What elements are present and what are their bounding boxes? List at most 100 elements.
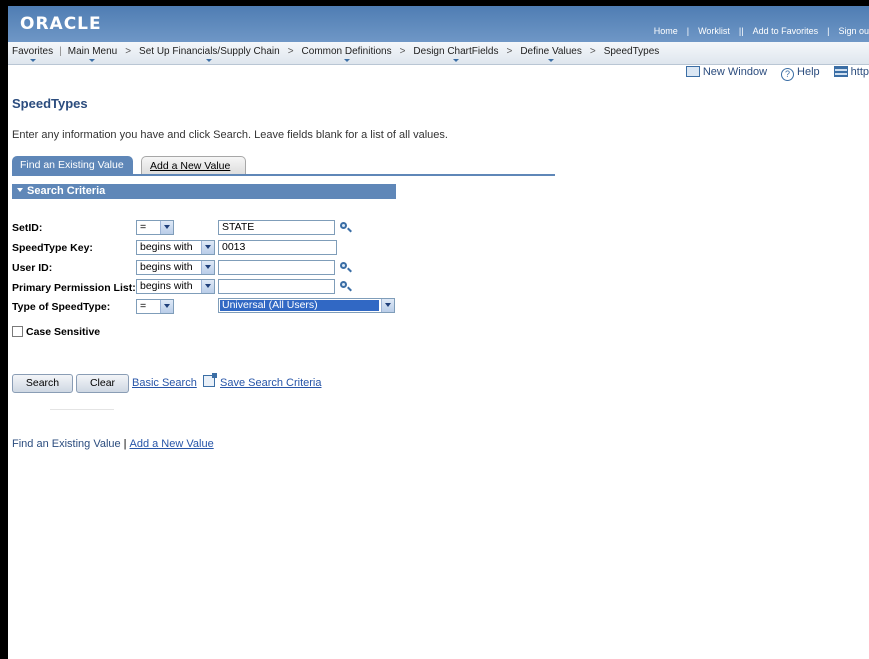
- http-label: http: [850, 66, 869, 78]
- search-button[interactable]: Search: [12, 374, 73, 393]
- bottom-links: Find an Existing Value | Add a New Value: [12, 438, 214, 450]
- operator-value: begins with: [140, 280, 193, 292]
- selected-value: Universal (All Users): [220, 300, 379, 311]
- basic-search-link[interactable]: Basic Search: [132, 377, 197, 389]
- crumb-divider: |: [59, 46, 62, 57]
- section-title: Search Criteria: [27, 185, 106, 197]
- chevron-down-icon: [160, 300, 173, 313]
- chevron-right-icon: >: [506, 46, 513, 57]
- crumb-common-definitions[interactable]: Common Definitions: [301, 46, 392, 62]
- setid-operator-select[interactable]: =: [136, 220, 174, 235]
- oracle-logo: ORACLE: [20, 14, 102, 34]
- crumb-label: Main Menu: [67, 46, 118, 57]
- new-window-link[interactable]: New Window: [685, 66, 768, 78]
- chevron-down-icon: [381, 299, 394, 312]
- user-id-input[interactable]: [218, 260, 335, 275]
- tab-add-new[interactable]: Add a New Value: [141, 156, 246, 175]
- chevron-right-icon: >: [125, 46, 132, 57]
- dropdown-icon: [548, 59, 555, 62]
- setid-input[interactable]: STATE: [218, 220, 335, 235]
- crumb-label: SpeedTypes: [603, 46, 660, 57]
- handle-shape: [347, 267, 352, 273]
- dropdown-button: [380, 299, 394, 312]
- crumb-label: Common Definitions: [301, 46, 392, 57]
- crumb-speedtypes[interactable]: SpeedTypes: [604, 46, 660, 57]
- crumb-design-chartfields[interactable]: Design ChartFields: [413, 46, 499, 62]
- home-link[interactable]: Home: [654, 26, 678, 36]
- sign-out-link[interactable]: Sign ou: [838, 26, 869, 36]
- instructions-text: Enter any information you have and click…: [12, 129, 448, 141]
- setid-label: SetID:: [12, 222, 43, 234]
- peoplesoft-app: ORACLE Home | Worklist | | Add to Favorites | S…: [8, 6, 869, 659]
- link-separator: |: [123, 438, 127, 450]
- favorites-menu[interactable]: Favorites: [12, 46, 54, 62]
- search-icon[interactable]: [339, 261, 352, 274]
- case-sensitive-checkbox[interactable]: [12, 326, 23, 337]
- chevron-down-icon: [201, 280, 214, 293]
- chevron-right-icon: >: [287, 46, 294, 57]
- help-label: Help: [797, 66, 820, 78]
- handle-shape: [347, 286, 352, 292]
- search-icon[interactable]: [339, 221, 352, 234]
- operator-value: =: [140, 221, 147, 233]
- top-links: Home | Worklist || Add to Favorites | Sign ou: [654, 26, 869, 36]
- clear-button[interactable]: Clear: [76, 374, 129, 393]
- new-window-label: New Window: [702, 66, 768, 78]
- help-link[interactable]: ? Help: [781, 66, 820, 81]
- speedtype-key-label: SpeedType Key:: [12, 242, 93, 254]
- save-search-icon: [203, 373, 217, 387]
- http-link[interactable]: http: [833, 66, 869, 78]
- dropdown-icon: [452, 59, 459, 62]
- tab-underline: [12, 174, 555, 176]
- permission-list-operator-select[interactable]: begins with: [136, 279, 215, 294]
- lens-shape: [340, 281, 347, 288]
- link-separator: |: [686, 26, 690, 36]
- operator-value: begins with: [140, 241, 193, 253]
- link-separator: |: [827, 26, 830, 36]
- chevron-down-icon: [160, 221, 173, 234]
- user-id-label: User ID:: [12, 262, 53, 274]
- crumb-define-values[interactable]: Define Values: [520, 46, 582, 62]
- permission-list-input[interactable]: [218, 279, 335, 294]
- worklist-link[interactable]: Worklist: [698, 26, 730, 36]
- window-frame-left: [0, 0, 8, 659]
- permission-list-label: Primary Permission List:: [12, 282, 136, 294]
- handle-shape: [347, 227, 352, 233]
- dropdown-icon: [89, 59, 96, 62]
- chevron-right-icon: >: [589, 46, 596, 57]
- speedtype-key-input[interactable]: 0013: [218, 240, 337, 255]
- breadcrumb: Favorites | Main Menu > Set Up Financials/Su…: [12, 46, 660, 62]
- operator-value: =: [140, 300, 147, 312]
- menu-bar: Favorites | Main Menu > Set Up Financials/Su…: [8, 42, 869, 65]
- speedtype-type-operator-select[interactable]: =: [136, 299, 174, 314]
- lens-shape: [340, 262, 347, 269]
- help-icon: ?: [781, 68, 795, 81]
- add-to-favorites-link[interactable]: Add to Favorites: [753, 26, 819, 36]
- page-toolbar: New Window? Help http: [672, 66, 869, 84]
- main-menu[interactable]: Main Menu: [67, 46, 118, 62]
- crumb-label: Design ChartFields: [413, 46, 499, 57]
- crumb-label: Set Up Financials/Supply Chain: [139, 46, 280, 57]
- http-icon: [833, 66, 848, 77]
- chevron-right-icon: >: [399, 46, 406, 57]
- crumb-setup-financials[interactable]: Set Up Financials/Supply Chain: [139, 46, 280, 62]
- tab-label: Add a New Value: [150, 160, 231, 172]
- save-search-link[interactable]: Save Search Criteria: [220, 377, 322, 389]
- search-icon[interactable]: [339, 280, 352, 293]
- new-window-icon: [685, 66, 700, 77]
- search-criteria-header[interactable]: Search Criteria: [12, 184, 396, 199]
- operator-value: begins with: [140, 261, 193, 273]
- add-new-link[interactable]: Add a New Value: [130, 438, 214, 450]
- dropdown-icon: [29, 59, 36, 62]
- tab-find-existing[interactable]: Find an Existing Value: [12, 156, 133, 175]
- user-id-operator-select[interactable]: begins with: [136, 260, 215, 275]
- chevron-down-icon: [201, 241, 214, 254]
- chevron-down-icon: [201, 261, 214, 274]
- top-header: ORACLE Home | Worklist || Add to Favorites | S…: [8, 6, 869, 42]
- divider: [50, 409, 114, 410]
- speedtype-type-label: Type of SpeedType:: [12, 301, 111, 313]
- find-existing-link[interactable]: Find an Existing Value: [12, 438, 121, 450]
- crumb-label: Favorites: [12, 46, 54, 57]
- speedtype-key-operator-select[interactable]: begins with: [136, 240, 215, 255]
- speedtype-type-select[interactable]: Universal (All Users): [218, 298, 395, 313]
